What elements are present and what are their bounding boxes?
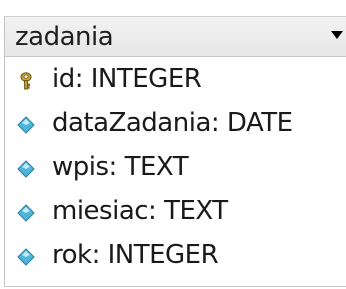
field-row[interactable]: dataZadania: DATE — [5, 103, 346, 147]
field-label: wpis: TEXT — [52, 152, 189, 182]
field-label: rok: INTEGER — [52, 240, 219, 270]
field-row[interactable]: rok: INTEGER — [5, 235, 346, 279]
field-diamond-icon — [17, 116, 35, 134]
table-header[interactable]: zadania — [5, 17, 346, 57]
field-label: id: INTEGER — [52, 64, 202, 94]
field-diamond-icon — [17, 160, 35, 178]
field-row[interactable]: wpis: TEXT — [5, 147, 346, 191]
table-name: zadania — [15, 22, 114, 52]
field-row[interactable]: id: INTEGER — [5, 59, 346, 103]
field-diamond-icon — [17, 248, 35, 266]
collapse-arrow-icon[interactable] — [331, 31, 343, 39]
table-box: zadania id: INTEGER dataZadania: DATE wp… — [4, 16, 346, 287]
field-row[interactable]: miesiac: TEXT — [5, 191, 346, 235]
field-label: dataZadania: DATE — [52, 108, 293, 138]
field-diamond-icon — [17, 204, 35, 222]
field-label: miesiac: TEXT — [52, 196, 228, 226]
primary-key-icon — [20, 72, 32, 90]
